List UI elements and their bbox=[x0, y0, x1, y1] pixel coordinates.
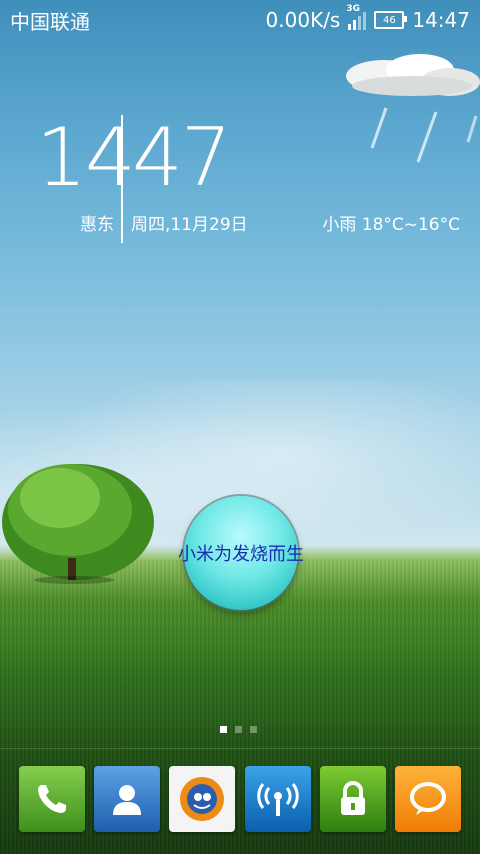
messages-app[interactable] bbox=[395, 766, 462, 832]
page-dot-3 bbox=[250, 726, 257, 733]
page-dot-2 bbox=[235, 726, 242, 733]
dock bbox=[0, 766, 480, 836]
page-dot-1 bbox=[220, 726, 227, 733]
tree-illustration bbox=[2, 464, 154, 584]
carrier-name: 中国联通 bbox=[10, 9, 90, 34]
page-indicator bbox=[220, 726, 257, 733]
lock-screen-app[interactable] bbox=[319, 766, 386, 832]
clock-city: 惠东 bbox=[80, 215, 114, 235]
battery-icon: 46 bbox=[374, 11, 408, 29]
phone-app[interactable] bbox=[18, 766, 85, 832]
clock-minute: 47 bbox=[132, 111, 232, 204]
phone-icon bbox=[37, 785, 66, 813]
wifi-app[interactable] bbox=[244, 766, 311, 832]
uc-browser-app[interactable] bbox=[169, 766, 236, 832]
cloud-rain-icon[interactable] bbox=[332, 52, 480, 184]
clock-hour: 14 bbox=[36, 111, 136, 204]
status-time: 14:47 bbox=[412, 8, 470, 32]
dock-divider bbox=[0, 748, 480, 749]
signal-icon: 3G bbox=[346, 4, 367, 30]
weather-summary[interactable]: 小雨 18°C~16°C bbox=[322, 210, 460, 235]
wifi-icon bbox=[256, 783, 299, 816]
floating-ball[interactable]: 小米为发烧而生 bbox=[178, 496, 304, 610]
floating-ball-label: 小米为发烧而生 bbox=[178, 544, 304, 565]
message-icon bbox=[410, 782, 447, 815]
clock-date: 周四,11月29日 bbox=[131, 215, 248, 235]
status-bar: 中国联通 0.00K/s 3G 46 14:47 bbox=[0, 0, 480, 40]
contacts-app[interactable] bbox=[93, 766, 160, 832]
clock-divider bbox=[121, 115, 123, 243]
battery-level: 46 bbox=[382, 14, 396, 26]
lock-icon bbox=[340, 781, 365, 815]
uc-browser-icon bbox=[180, 777, 225, 821]
network-type-label: 3G bbox=[346, 4, 361, 14]
network-speed: 0.00K/s bbox=[265, 8, 341, 32]
contacts-icon bbox=[112, 785, 141, 815]
